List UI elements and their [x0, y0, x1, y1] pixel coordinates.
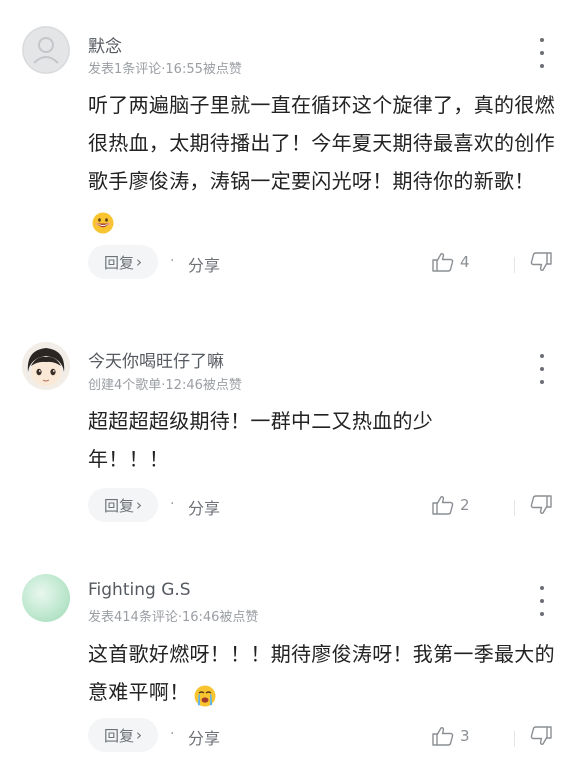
thumbs-down-icon [530, 726, 552, 745]
reply-button[interactable]: 回复 › [88, 718, 158, 752]
like-button[interactable]: 3 [432, 726, 470, 746]
like-button[interactable]: 4 [432, 252, 470, 272]
separator-dot: · [170, 253, 175, 269]
avatar[interactable] [22, 342, 70, 390]
reply-button[interactable]: 回复 › [88, 245, 158, 279]
username[interactable]: 默念 [88, 32, 122, 57]
reply-label: 回复 [103, 726, 134, 745]
comment-body: 听了两遍脑子里就一直在循环这个旋律了，真的很燃很热血，太期待播出了！今年夏天期待… [88, 86, 556, 238]
share-button[interactable]: 分享 [188, 725, 220, 749]
comment-text: 听了两遍脑子里就一直在循环这个旋律了，真的很燃很热血，太期待播出了！今年夏天期待… [88, 93, 555, 193]
comment-body: 超超超超级期待！一群中二又热血的少年！！！ [88, 402, 498, 478]
chevron-right-icon: › [136, 496, 142, 514]
dislike-button[interactable] [530, 726, 552, 750]
reply-button[interactable]: 回复 › [88, 488, 158, 522]
thumbs-down-icon [530, 252, 552, 271]
comment-meta: 创建4个歌单·12:46被点赞 [88, 378, 242, 393]
comment-meta: 发表1条评论·16:55被点赞 [88, 62, 242, 77]
divider [514, 731, 515, 747]
comment-meta: 发表414条评论·16:46被点赞 [88, 610, 259, 625]
like-button[interactable]: 2 [432, 495, 470, 515]
comment-text: 超超超超级期待！一群中二又热血的少年！！！ [88, 409, 434, 471]
reply-label: 回复 [103, 253, 134, 272]
reply-label: 回复 [103, 496, 134, 515]
dislike-button[interactable] [530, 495, 552, 519]
like-count: 2 [460, 496, 470, 514]
dislike-button[interactable] [530, 252, 552, 276]
separator-dot: · [170, 726, 175, 742]
more-options-icon[interactable] [532, 586, 552, 616]
avatar[interactable] [22, 574, 70, 622]
user-placeholder-icon [22, 26, 70, 74]
grinning-face-emoji [92, 208, 114, 233]
divider [514, 257, 515, 273]
chevron-right-icon: › [136, 253, 142, 271]
more-options-icon[interactable] [532, 38, 552, 68]
share-button[interactable]: 分享 [188, 252, 220, 276]
avatar-default[interactable] [22, 26, 70, 74]
comment-text: 这首歌好燃呀！！！期待廖俊涛呀！我第一季最大的意难平啊！ [88, 642, 555, 704]
thumbs-down-icon [530, 495, 552, 514]
comment-body: 这首歌好燃呀！！！期待廖俊涛呀！我第一季最大的意难平啊！ [88, 635, 556, 711]
thumbs-up-icon [432, 727, 454, 746]
more-options-icon[interactable] [532, 354, 552, 384]
chevron-right-icon: › [136, 726, 142, 744]
crying-face-emoji [194, 681, 216, 706]
like-count: 4 [460, 253, 470, 271]
thumbs-up-icon [432, 253, 454, 272]
cartoon-girl-avatar-icon [22, 342, 70, 390]
username[interactable]: 今天你喝旺仔了嘛 [88, 347, 224, 372]
like-count: 3 [460, 727, 470, 745]
thumbs-up-icon [432, 496, 454, 515]
share-button[interactable]: 分享 [188, 495, 220, 519]
username[interactable]: Fighting G.S [88, 580, 191, 600]
divider [514, 500, 515, 516]
separator-dot: · [170, 496, 175, 512]
